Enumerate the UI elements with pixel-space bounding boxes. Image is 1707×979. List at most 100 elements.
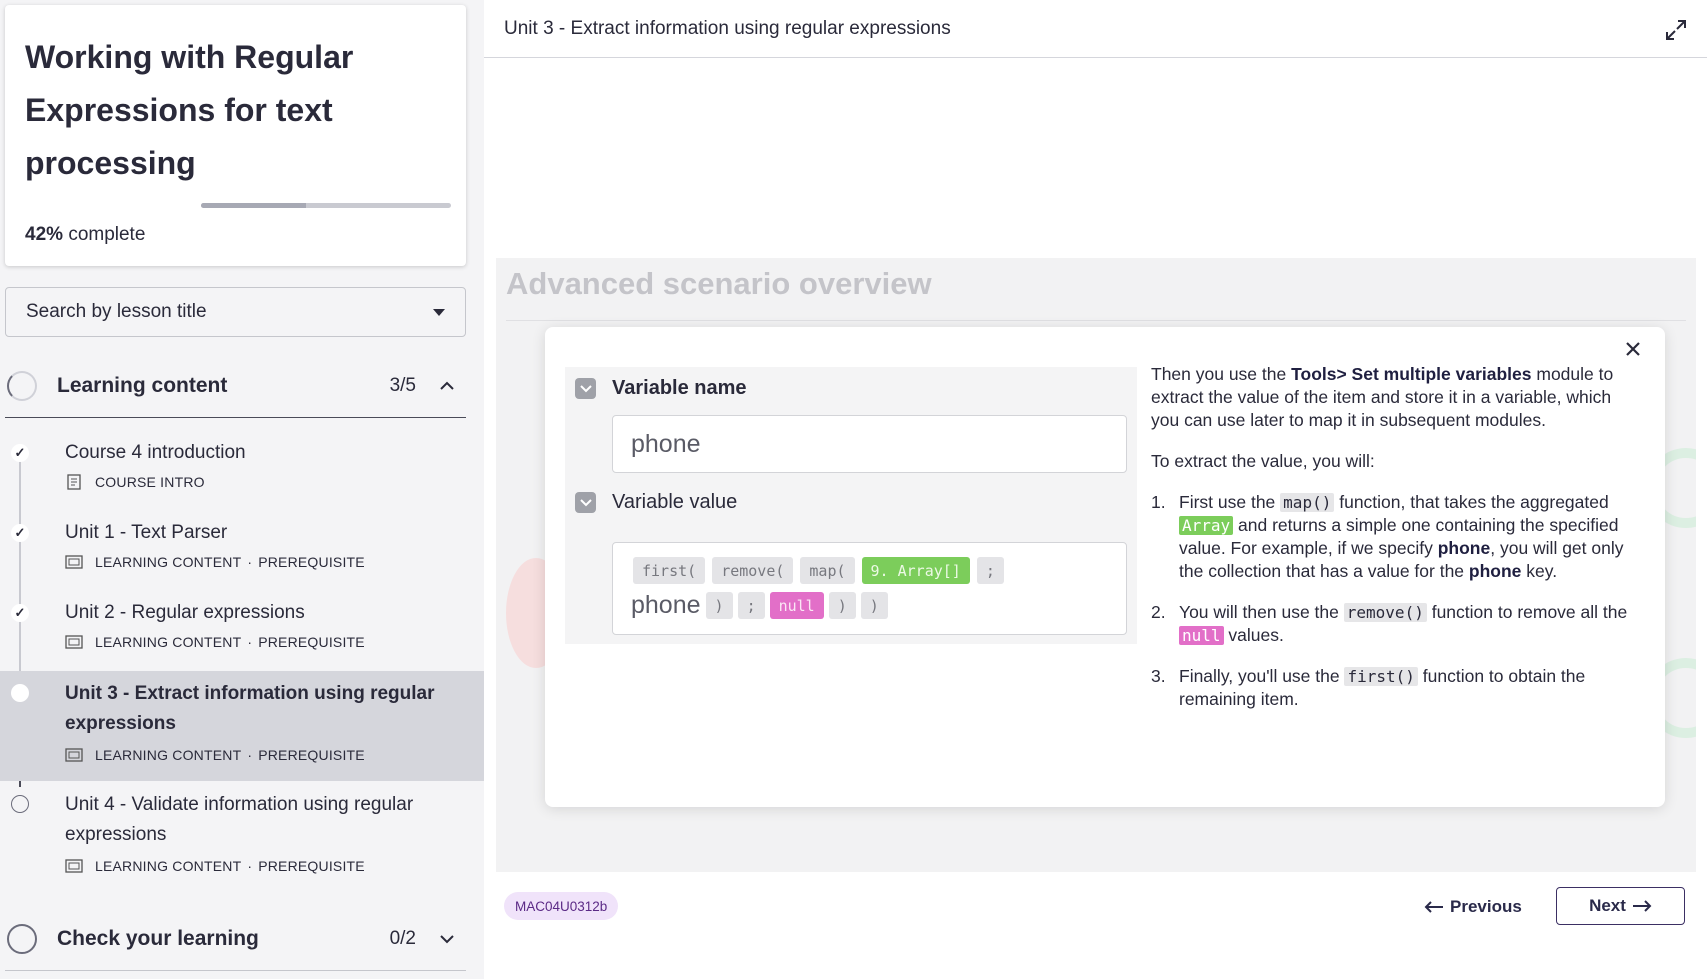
lesson-search-placeholder: Search by lesson title	[26, 301, 207, 322]
previous-label: Previous	[1450, 897, 1522, 916]
lesson-prereq: PREREQUISITE	[258, 554, 365, 570]
meta-separator: ·	[247, 554, 253, 570]
section-learning-content[interactable]: Learning content 3/5	[5, 358, 466, 414]
lesson-item-unit-3[interactable]: Unit 3 - Extract information using regul…	[0, 671, 484, 781]
section-check-your-learning[interactable]: Check your learning 0/2	[5, 911, 466, 967]
formula-token: ;	[976, 557, 1004, 584]
meta-separator: ·	[247, 858, 253, 874]
variable-value-field: first( remove( map( 9. Array[] ; phone )…	[612, 542, 1127, 635]
formula-token: )	[860, 592, 888, 619]
collapse-checkbox-icon	[575, 378, 596, 399]
chevron-down-icon	[440, 935, 454, 944]
lesson-prereq: PREREQUISITE	[258, 747, 365, 763]
lesson-main: Unit 3 - Extract information using regul…	[484, 0, 1707, 979]
slides-icon	[65, 748, 83, 762]
lesson-prereq: PREREQUISITE	[258, 634, 365, 650]
section-title: Learning content	[57, 374, 228, 397]
collapse-checkbox-icon	[575, 492, 596, 513]
close-icon[interactable]	[1621, 337, 1645, 361]
lesson-meta: COURSE INTRO	[65, 474, 205, 490]
formula-token-array: 9. Array[]	[861, 557, 970, 584]
slide-background-title: Advanced scenario overview	[506, 266, 932, 301]
next-button[interactable]: Next	[1556, 887, 1685, 925]
lesson-title: Course 4 introduction	[65, 442, 246, 463]
formula-token: first(	[633, 557, 706, 584]
lesson-title: Unit 1 - Text Parser	[65, 522, 228, 543]
step-item: 3. Finally, you'll use the first() funct…	[1151, 666, 1586, 709]
course-title: Working with Regular Expressions for tex…	[25, 39, 354, 181]
chevron-up-icon	[440, 381, 454, 390]
lesson-type: LEARNING CONTENT	[95, 747, 242, 763]
formula-token: )	[705, 592, 733, 619]
completed-check-icon: ✓	[11, 604, 29, 622]
variable-value-row: Variable value	[575, 491, 737, 514]
completed-check-icon: ✓	[11, 444, 29, 462]
lesson-search-select[interactable]: Search by lesson title	[5, 287, 466, 337]
formula-tokens-line-2: phone ) ; null ) )	[631, 591, 888, 620]
lesson-title: Unit 2 - Regular expressions	[65, 602, 305, 623]
step-item: 1. First use the map() function, that ta…	[1151, 492, 1624, 581]
section-title: Check your learning	[57, 927, 259, 950]
lesson-meta: LEARNING CONTENT · PREREQUISITE	[65, 747, 365, 763]
lesson-type: LEARNING CONTENT	[95, 634, 242, 650]
slides-icon	[65, 555, 83, 569]
lesson-item-unit-1[interactable]: ✓ Unit 1 - Text Parser LEARNING CONTENT …	[0, 512, 484, 590]
steps-list: 1. First use the map() function, that ta…	[1151, 491, 1629, 711]
arrow-left-icon	[1424, 901, 1443, 913]
slides-icon	[65, 635, 83, 649]
intro-paragraph: Then you use the Tools> Set multiple var…	[1151, 364, 1614, 430]
variable-name-label: Variable name	[612, 377, 747, 399]
lesson-header-title: Unit 3 - Extract information using regul…	[504, 17, 951, 39]
formula-token: ;	[737, 592, 765, 619]
section-divider	[5, 417, 466, 418]
lesson-item-course-intro[interactable]: ✓ Course 4 introduction COURSE INTRO	[0, 432, 484, 510]
lesson-code-badge: MAC04U0312b	[504, 892, 619, 920]
progress-percent: 42%	[25, 224, 64, 245]
variable-name-row: Variable name	[575, 377, 747, 400]
info-popup: Variable name phone Variable value first…	[545, 327, 1665, 807]
variable-value-label: Variable value	[612, 491, 738, 513]
formula-tokens-line-1: first( remove( map( 9. Array[] ;	[633, 557, 1004, 584]
section-progress-ring-icon	[7, 371, 37, 401]
previous-button[interactable]: Previous	[1424, 890, 1522, 924]
progress-text: 42% complete	[25, 224, 145, 246]
section-count: 0/2	[389, 928, 416, 949]
lesson-title: Unit 4 - Validate information using regu…	[65, 794, 414, 845]
current-lesson-dot-icon	[11, 684, 29, 702]
slide-background-divider	[506, 320, 1686, 321]
variable-name-field: phone	[612, 415, 1127, 473]
lesson-type: LEARNING CONTENT	[95, 858, 242, 874]
lesson-meta: LEARNING CONTENT · PREREQUISITE	[65, 858, 365, 874]
formula-token: )	[828, 592, 856, 619]
slides-icon	[65, 859, 83, 873]
lesson-meta: LEARNING CONTENT · PREREQUISITE	[65, 554, 365, 570]
formula-text: phone	[631, 591, 701, 619]
arrow-right-icon	[1632, 900, 1652, 912]
caret-down-icon	[433, 308, 445, 316]
progress-bar-fill	[201, 203, 306, 208]
lesson-type: COURSE INTRO	[95, 474, 205, 490]
completed-check-icon: ✓	[11, 524, 29, 542]
slide-frame: Advanced scenario overview Variable name…	[496, 258, 1696, 872]
expand-fullscreen-icon[interactable]	[1665, 19, 1687, 41]
course-sidebar: Working with Regular Expressions for tex…	[0, 0, 484, 979]
lead-paragraph: To extract the value, you will:	[1151, 451, 1375, 471]
lesson-prereq: PREREQUISITE	[258, 858, 365, 874]
meta-separator: ·	[247, 634, 253, 650]
lesson-item-unit-2[interactable]: ✓ Unit 2 - Regular expressions LEARNING …	[0, 592, 484, 670]
lesson-meta: LEARNING CONTENT · PREREQUISITE	[65, 634, 365, 650]
formula-token-null: null	[769, 592, 824, 619]
progress-bar	[201, 203, 451, 208]
lesson-type: LEARNING CONTENT	[95, 554, 242, 570]
next-label: Next	[1589, 896, 1626, 915]
lesson-item-unit-4[interactable]: Unit 4 - Validate information using regu…	[0, 782, 484, 892]
explanation-text: Then you use the Tools> Set multiple var…	[1151, 363, 1629, 729]
meta-separator: ·	[247, 747, 253, 763]
formula-token: map(	[800, 557, 855, 584]
section-progress-ring-icon	[7, 924, 37, 954]
course-card: Working with Regular Expressions for tex…	[5, 5, 466, 266]
lesson-title: Unit 3 - Extract information using regul…	[65, 683, 435, 734]
step-item: 2. You will then use the remove() functi…	[1151, 602, 1628, 645]
lesson-header: Unit 3 - Extract information using regul…	[484, 0, 1707, 58]
document-icon	[67, 474, 81, 490]
